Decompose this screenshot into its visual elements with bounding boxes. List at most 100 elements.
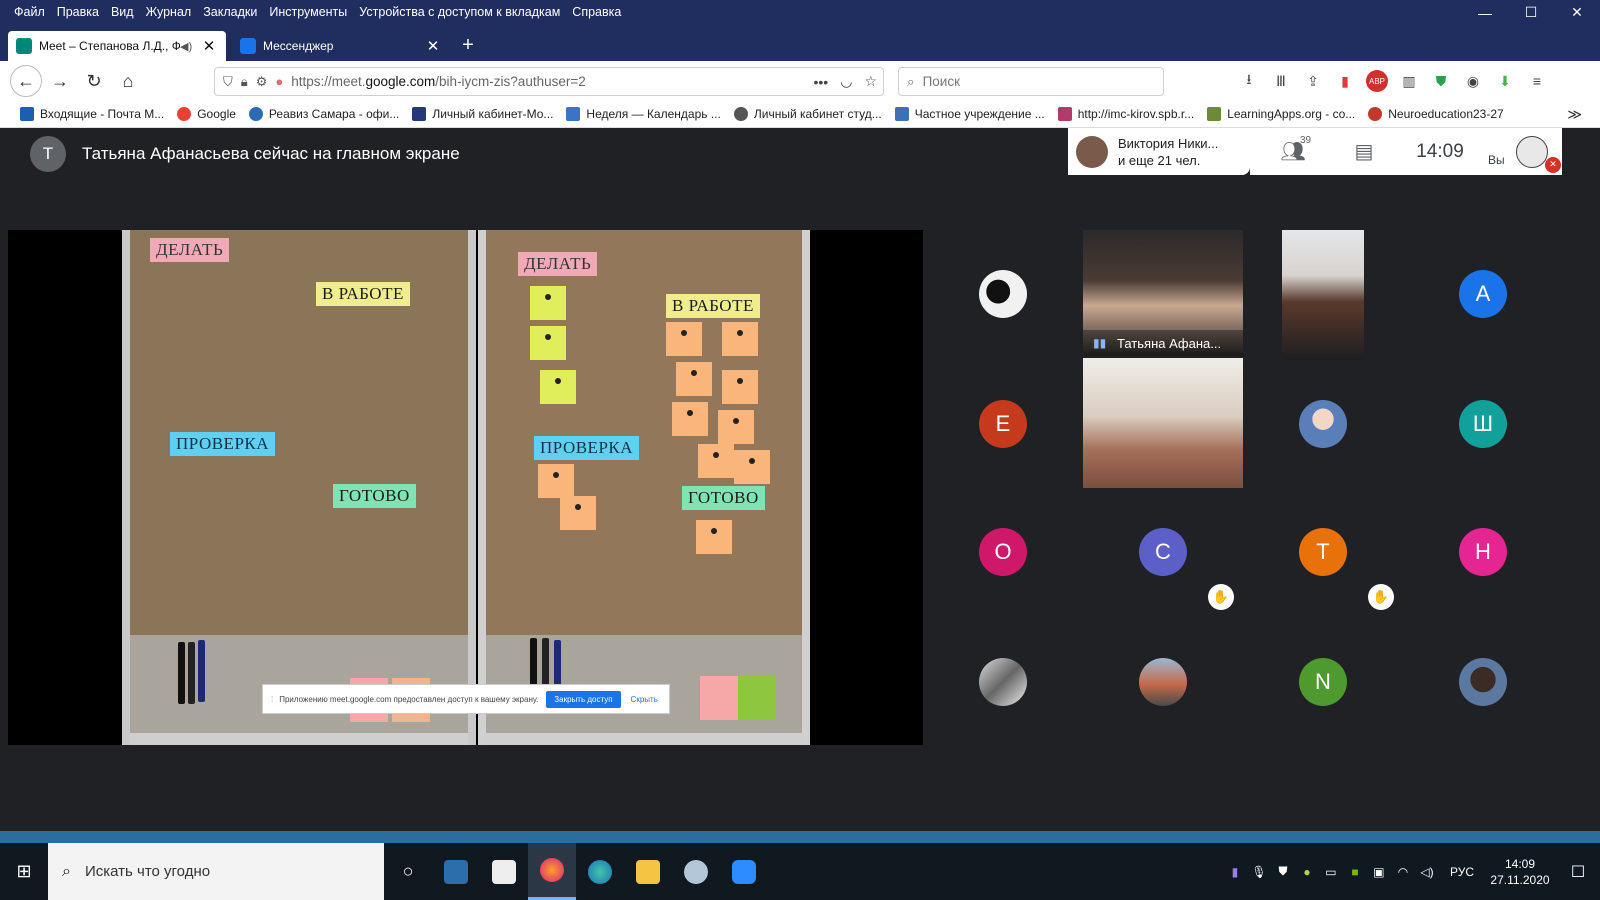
task-view-button[interactable]: ○ [384, 843, 432, 900]
account-icon[interactable]: ◉ [1462, 70, 1484, 92]
bookmark-item[interactable]: Входящие - Почта М... [20, 107, 164, 121]
reload-button[interactable]: ↻ [78, 65, 110, 97]
menu-view[interactable]: Вид [105, 0, 140, 25]
participant-video-classroom[interactable] [1083, 358, 1243, 488]
participant-avatar-photo[interactable] [1299, 400, 1347, 448]
people-button[interactable]: 👥︎ 39 [1250, 135, 1336, 164]
volume-icon[interactable]: ◁) [1416, 865, 1438, 879]
menu-help[interactable]: Справка [566, 0, 627, 25]
battery-icon[interactable]: ▭ [1320, 865, 1342, 879]
bookmark-item[interactable]: http://imc-kirov.spb.r... [1057, 107, 1194, 121]
url-bar[interactable]: ⛉ 🔒︎ ⚙ ● https://meet. google.com/bih-iyc… [214, 67, 884, 96]
taskbar-app-firefox[interactable] [528, 843, 576, 900]
taskbar-app[interactable] [432, 843, 480, 900]
shield-extension-icon[interactable]: ⛊ [1430, 70, 1452, 92]
stop-sharing-button[interactable]: Закрыть доступ [546, 690, 621, 708]
search-input[interactable]: ⌕ Поиск [898, 67, 1164, 96]
clock[interactable]: 14:09 27.11.2020 [1484, 856, 1556, 888]
bookmark-item[interactable]: Частное учреждение ... [894, 107, 1045, 121]
taskbar-app[interactable] [480, 843, 528, 900]
home-button[interactable]: ⌂ [112, 65, 144, 97]
page-actions-button[interactable]: ••• [814, 74, 829, 90]
participant-video[interactable] [1282, 230, 1364, 360]
menu-tools[interactable]: Инструменты [263, 0, 353, 25]
participant-avatar-photo[interactable] [1139, 658, 1187, 706]
bookmark-star-icon[interactable]: ☆ [864, 73, 877, 90]
participant-avatar-photo[interactable] [979, 658, 1027, 706]
bookmarks-bar: Входящие - Почта М... Google Реавиз Сама… [0, 101, 1600, 128]
taskbar-app[interactable] [624, 843, 672, 900]
antivirus-icon[interactable]: ● [1296, 865, 1318, 879]
participant-video-featured[interactable]: ▮▮ Татьяна Афана... [1083, 230, 1243, 356]
bookmark-flag-icon[interactable]: ▮ [1334, 70, 1356, 92]
adblock-icon[interactable]: ABP [1366, 70, 1388, 92]
input-language[interactable]: РУС [1450, 865, 1474, 879]
pocket-icon[interactable]: ◡ [840, 73, 852, 90]
minimize-button[interactable]: — [1462, 0, 1508, 25]
tab-messenger[interactable]: Мессенджер ✕ [232, 31, 450, 61]
display-icon[interactable]: ▣ [1368, 865, 1390, 879]
menu-edit[interactable]: Правка [51, 0, 105, 25]
participants-chip[interactable]: Виктория Ники... и еще 21 чел. [1068, 128, 1250, 175]
menu-bookmarks[interactable]: Закладки [197, 0, 263, 25]
bookmarks-overflow-button[interactable]: ≫ [1567, 106, 1582, 123]
menu-icon[interactable]: ≡ [1526, 70, 1548, 92]
download-extension-icon[interactable]: ⬇ [1494, 70, 1516, 92]
close-tab-button[interactable]: ✕ [424, 37, 442, 55]
nvidia-icon[interactable]: ■ [1344, 865, 1366, 879]
notifications-button[interactable]: ☐ [1556, 862, 1600, 882]
back-button[interactable]: ← [10, 65, 42, 97]
chat-button[interactable]: ▤ [1336, 139, 1392, 164]
network-icon[interactable]: ◠ [1392, 865, 1414, 879]
menu-synced-tabs[interactable]: Устройства с доступом к вкладкам [353, 0, 566, 25]
participant-avatar[interactable]: O [979, 528, 1027, 576]
recording-icon[interactable]: ▮ [1224, 865, 1246, 879]
taskbar-search-input[interactable]: ⌕ Искать что угодно [48, 843, 384, 900]
library-icon[interactable]: Ⅲ [1270, 70, 1292, 92]
drag-handle-icon[interactable]: ⁞ [271, 695, 273, 704]
shield-icon[interactable]: ⛉ [223, 74, 233, 90]
close-window-button[interactable]: ✕ [1554, 0, 1600, 25]
search-placeholder: Поиск [922, 74, 960, 89]
close-tab-button[interactable]: ✕ [200, 37, 218, 55]
bookmark-item[interactable]: Неделя — Календарь ... [566, 107, 721, 121]
taskbar-app[interactable] [672, 843, 720, 900]
downloads-icon[interactable]: ⭳ [1238, 70, 1260, 92]
bookmark-item[interactable]: Личный кабинет-Мо... [412, 107, 553, 121]
participant-avatar[interactable]: T [1299, 528, 1347, 576]
bookmark-item[interactable]: LearningApps.org - co... [1207, 107, 1355, 121]
bookmark-item[interactable]: Реавиз Самара - офи... [248, 107, 399, 121]
shield-tray-icon[interactable]: ⛊ [1272, 864, 1294, 879]
microphone-icon[interactable]: 🎙︎ [1248, 865, 1270, 879]
participant-avatar[interactable]: Ш [1459, 400, 1507, 448]
sidebar-icon[interactable]: ▥ [1398, 70, 1420, 92]
speaker-icon[interactable]: ◀) [180, 40, 196, 53]
maximize-button[interactable]: ☐ [1508, 0, 1554, 25]
participant-avatar-photo[interactable] [979, 270, 1027, 318]
taskbar-app[interactable] [720, 843, 768, 900]
globe-icon [733, 107, 748, 121]
marker [198, 640, 205, 702]
menu-file[interactable]: Файл [0, 0, 51, 25]
lock-icon[interactable]: 🔒︎ [241, 74, 248, 90]
taskbar-app[interactable] [576, 843, 624, 900]
hide-banner-button[interactable]: Скрыть [631, 695, 658, 704]
participant-avatar[interactable]: E [979, 400, 1027, 448]
participant-avatar[interactable]: N [1299, 658, 1347, 706]
bookmark-item[interactable]: Google [177, 107, 236, 121]
participant-avatar-photo[interactable] [1459, 658, 1507, 706]
participant-avatar[interactable]: A [1459, 270, 1507, 318]
start-button[interactable]: ⊞ [0, 843, 48, 900]
forward-button[interactable]: → [44, 65, 76, 97]
new-tab-button[interactable]: + [454, 31, 482, 59]
microphone-icon[interactable]: ● [275, 74, 283, 89]
permissions-icon[interactable]: ⚙ [256, 74, 268, 90]
extension-icon[interactable]: ⇪ [1302, 70, 1324, 92]
participant-avatar[interactable]: H [1459, 528, 1507, 576]
self-avatar[interactable]: ✕ [1516, 135, 1561, 173]
bookmark-item[interactable]: Личный кабинет студ... [733, 107, 882, 121]
menu-history[interactable]: Журнал [140, 0, 198, 25]
bookmark-item[interactable]: Neuroeducation23-27 [1368, 107, 1504, 121]
participant-avatar[interactable]: C [1139, 528, 1187, 576]
tab-meet[interactable]: Meet – Степанова Л.Д., Фаі ◀) ✕ [8, 31, 226, 61]
